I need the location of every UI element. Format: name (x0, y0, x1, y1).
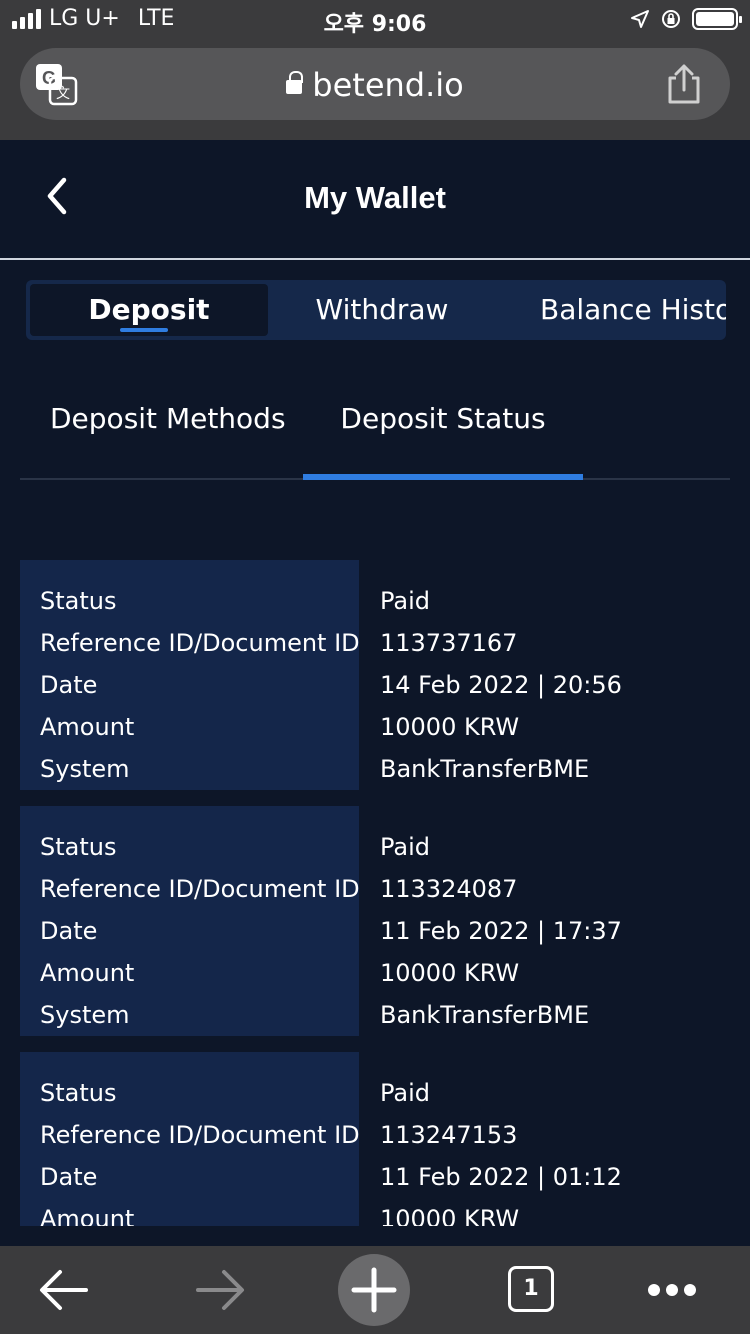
value-date: 11 Feb 2022 | 01:12 (380, 1163, 622, 1191)
arrow-left-icon[interactable] (32, 1258, 96, 1322)
label-status: Status (40, 1079, 117, 1107)
record-values: Paid 113247153 11 Feb 2022 | 01:12 10000… (359, 1052, 730, 1226)
label-reference: Reference ID/Document ID (40, 875, 360, 903)
address-bar[interactable]: G 文 betend.io (20, 48, 730, 120)
deposit-record: Status Reference ID/Document ID Date Amo… (20, 560, 730, 790)
tab-label: Withdraw (315, 293, 449, 326)
tabs-icon[interactable]: 1 (500, 1258, 564, 1322)
label-amount: Amount (40, 1205, 135, 1226)
subtab-deposit-status[interactable]: Deposit Status (303, 402, 583, 480)
tab-deposit[interactable]: Deposit (30, 284, 268, 336)
value-system: BankTransferBME (380, 1001, 590, 1029)
battery-icon (692, 8, 742, 30)
subtab-deposit-methods[interactable]: Deposit Methods (50, 402, 286, 435)
value-amount: 10000 KRW (380, 1205, 520, 1226)
label-date: Date (40, 1163, 98, 1191)
deposit-record: Status Reference ID/Document ID Date Amo… (20, 806, 730, 1036)
plus-icon (351, 1267, 397, 1313)
app-header: My Wallet (0, 140, 750, 260)
record-labels: Status Reference ID/Document ID Date Amo… (20, 1052, 360, 1226)
browser-toolbar: G 文 betend.io (0, 42, 750, 140)
record-values: Paid 113737167 14 Feb 2022 | 20:56 10000… (359, 560, 730, 790)
more-icon[interactable] (640, 1258, 704, 1322)
deposit-record: Status Reference ID/Document ID Date Amo… (20, 1052, 730, 1226)
record-values: Paid 113324087 11 Feb 2022 | 17:37 10000… (359, 806, 730, 1036)
label-reference: Reference ID/Document ID (40, 1121, 360, 1149)
value-reference: 113737167 (380, 629, 518, 657)
value-date: 11 Feb 2022 | 17:37 (380, 917, 622, 945)
record-labels: Status Reference ID/Document ID Date Amo… (20, 560, 360, 790)
label-date: Date (40, 671, 98, 699)
label-amount: Amount (40, 713, 135, 741)
value-reference: 113247153 (380, 1121, 518, 1149)
subtab-label: Deposit Status (340, 402, 546, 435)
value-system: BankTransferBME (380, 755, 590, 783)
label-reference: Reference ID/Document ID (40, 629, 360, 657)
rotation-lock-icon (662, 10, 680, 28)
value-date: 14 Feb 2022 | 20:56 (380, 671, 622, 699)
tab-withdraw[interactable]: Withdraw (268, 284, 496, 336)
value-amount: 10000 KRW (380, 959, 520, 987)
url-text: betend.io (312, 66, 464, 104)
value-reference: 113324087 (380, 875, 518, 903)
value-status: Paid (380, 1079, 431, 1107)
label-status: Status (40, 833, 117, 861)
tab-label: Deposit (88, 293, 210, 326)
deposit-records-list[interactable]: Status Reference ID/Document ID Date Amo… (20, 560, 730, 1226)
main-tabs: Deposit Withdraw Balance Histor (26, 280, 726, 340)
page-title: My Wallet (304, 180, 446, 215)
tab-count: 1 (508, 1266, 554, 1312)
arrow-right-icon[interactable] (188, 1258, 252, 1322)
value-status: Paid (380, 833, 431, 861)
new-tab-button[interactable] (338, 1254, 410, 1326)
tab-label: Balance Histor (540, 293, 726, 326)
sub-tabs: Deposit Methods Deposit Status (20, 360, 730, 480)
label-system: System (40, 1001, 130, 1029)
browser-bottom-toolbar: 1 (0, 1246, 750, 1334)
value-status: Paid (380, 587, 431, 615)
url-display[interactable]: betend.io (20, 66, 730, 104)
active-tab-indicator (120, 328, 168, 332)
label-amount: Amount (40, 959, 135, 987)
status-bar: LG U+ LTE 오후 9:06 (0, 0, 750, 42)
value-amount: 10000 KRW (380, 713, 520, 741)
active-subtab-indicator (303, 474, 583, 480)
location-arrow-icon (631, 10, 649, 28)
share-icon[interactable] (666, 62, 702, 106)
label-date: Date (40, 917, 98, 945)
tab-balance-history[interactable]: Balance Histor (540, 284, 726, 336)
label-status: Status (40, 587, 117, 615)
status-icons (630, 8, 742, 30)
record-labels: Status Reference ID/Document ID Date Amo… (20, 806, 360, 1036)
label-system: System (40, 755, 130, 783)
lock-icon (286, 71, 304, 94)
